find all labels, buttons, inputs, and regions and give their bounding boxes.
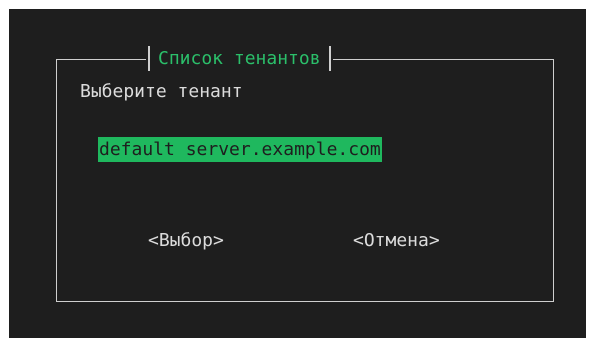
terminal-window: Список тенантов Выберите тенант default … <box>9 9 586 338</box>
dialog-title: Список тенантов <box>158 47 321 69</box>
cancel-button[interactable]: <Отмена> <box>353 230 440 252</box>
tenant-list: default server.example.com <box>98 137 382 162</box>
select-button[interactable]: <Выбор> <box>148 230 224 252</box>
dialog-prompt: Выберите тенант <box>80 81 243 102</box>
title-right-divider <box>328 45 331 71</box>
list-item-selected[interactable]: default server.example.com <box>98 137 382 162</box>
dialog-title-bar: Список тенантов <box>146 42 333 74</box>
